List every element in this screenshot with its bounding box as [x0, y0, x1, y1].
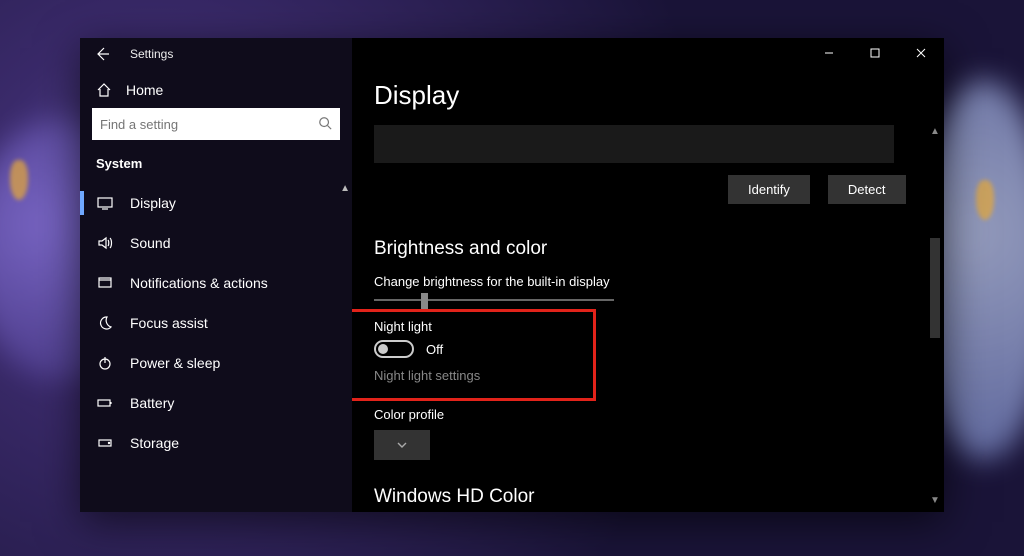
- toggle-knob: [378, 344, 388, 354]
- color-profile-dropdown[interactable]: [374, 430, 430, 460]
- brightness-slider[interactable]: [374, 299, 614, 301]
- search-wrap: [80, 108, 352, 152]
- sidebar-item-label: Focus assist: [130, 315, 208, 331]
- night-light-settings-link[interactable]: Night light settings: [374, 368, 922, 383]
- minimize-button[interactable]: [806, 38, 852, 68]
- night-light-state: Off: [426, 342, 443, 357]
- home-label: Home: [126, 82, 163, 98]
- sidebar-nav: ▲ Display Sound Notifications & actions …: [80, 183, 352, 512]
- storage-icon: [96, 435, 114, 451]
- chevron-down-icon: [396, 439, 408, 451]
- sidebar-item-storage[interactable]: Storage: [80, 423, 352, 463]
- notification-icon: [96, 275, 114, 291]
- sidebar-item-label: Notifications & actions: [130, 275, 268, 291]
- night-light-toggle-row: Off: [374, 340, 922, 358]
- brightness-heading: Brightness and color: [374, 238, 922, 260]
- sidebar-item-battery[interactable]: Battery: [80, 383, 352, 423]
- section-label: System: [80, 152, 352, 183]
- sidebar-item-label: Sound: [130, 235, 170, 251]
- scroll-up-arrow-icon[interactable]: ▲: [928, 126, 942, 137]
- sidebar-item-notifications[interactable]: Notifications & actions: [80, 263, 352, 303]
- sidebar-item-sound[interactable]: Sound: [80, 223, 352, 263]
- slider-thumb[interactable]: [421, 293, 428, 311]
- hdr-heading: Windows HD Color: [374, 486, 922, 505]
- sidebar-item-display[interactable]: Display: [80, 183, 352, 223]
- wallpaper-accent-left: [10, 160, 28, 200]
- scroll-down-arrow-icon[interactable]: ▼: [930, 495, 940, 506]
- color-profile-label: Color profile: [374, 407, 922, 422]
- battery-icon: [96, 395, 114, 411]
- search-input[interactable]: [92, 108, 340, 140]
- titlebar: Settings: [80, 38, 352, 70]
- back-button[interactable]: [92, 44, 112, 64]
- sidebar-item-label: Power & sleep: [130, 355, 220, 371]
- wallpaper-accent-right: [976, 180, 994, 220]
- sidebar-item-focus-assist[interactable]: Focus assist: [80, 303, 352, 343]
- display-button-row: Identify Detect: [728, 175, 922, 204]
- scrollbar-thumb[interactable]: [930, 238, 940, 338]
- content-pane: Display Identify Detect Brightness and c…: [352, 38, 944, 512]
- app-title: Settings: [130, 47, 173, 61]
- home-nav[interactable]: Home: [80, 70, 352, 108]
- detect-button[interactable]: Detect: [828, 175, 906, 204]
- identify-button[interactable]: Identify: [728, 175, 810, 204]
- sidebar-item-power-sleep[interactable]: Power & sleep: [80, 343, 352, 383]
- content-scrollbar[interactable]: ▲ ▼: [928, 126, 942, 506]
- sound-icon: [96, 235, 114, 251]
- sidebar-item-label: Battery: [130, 395, 174, 411]
- display-preview[interactable]: [374, 125, 894, 163]
- sidebar-item-label: Storage: [130, 435, 179, 451]
- sidebar-item-label: Display: [130, 195, 176, 211]
- sidebar: Settings Home System ▲ Display Sound: [80, 38, 352, 512]
- close-button[interactable]: [898, 38, 944, 68]
- home-icon: [96, 82, 112, 98]
- content-inner: Identify Detect Brightness and color Cha…: [352, 125, 944, 505]
- settings-window: Settings Home System ▲ Display Sound: [80, 38, 944, 512]
- maximize-button[interactable]: [852, 38, 898, 68]
- power-icon: [96, 355, 114, 371]
- window-controls: [806, 38, 944, 68]
- moon-icon: [96, 315, 114, 331]
- night-light-toggle[interactable]: [374, 340, 414, 358]
- arrow-left-icon: [94, 46, 110, 62]
- brightness-label: Change brightness for the built-in displ…: [374, 274, 922, 289]
- night-light-label: Night light: [374, 319, 922, 334]
- night-light-block: Night light Off Night light settings: [374, 315, 922, 391]
- monitor-icon: [96, 195, 114, 211]
